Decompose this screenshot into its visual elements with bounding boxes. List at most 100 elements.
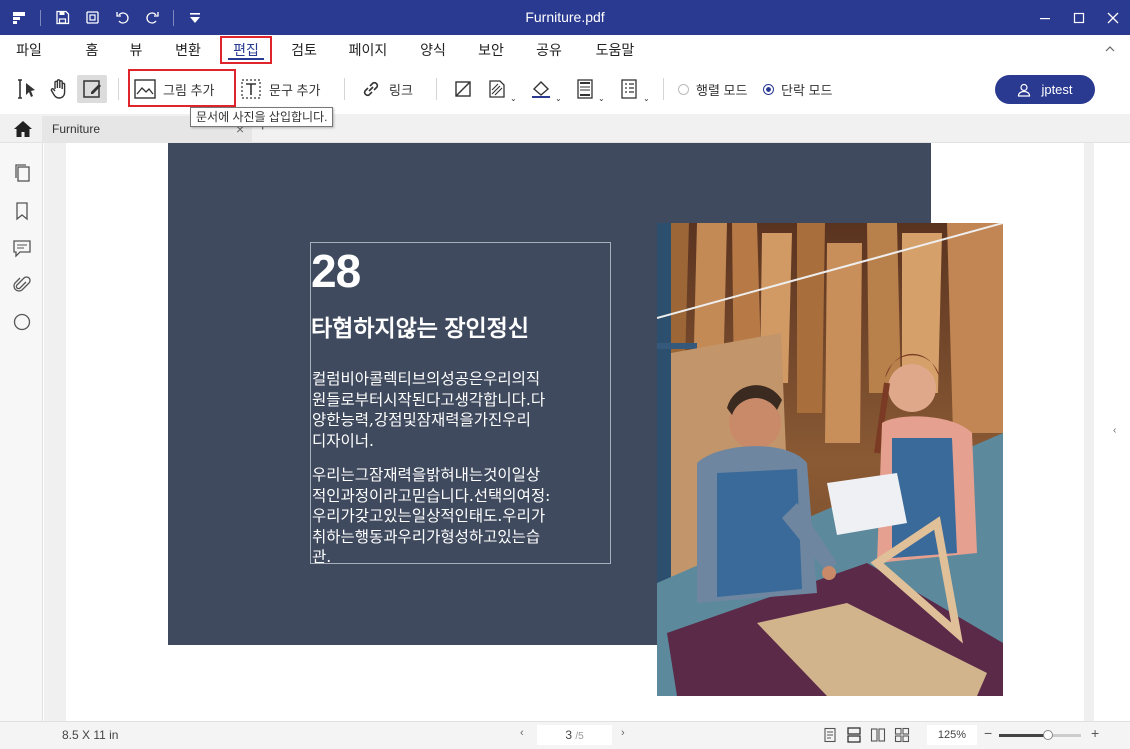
redo-icon[interactable] [143, 9, 161, 27]
page-number-input[interactable]: 3 /5 [537, 725, 612, 745]
text-line: 디자이너. [312, 431, 374, 450]
watermark-tool[interactable] [528, 77, 554, 101]
text-line: 적인과정이라고믿습니다.선택의여정: [312, 486, 551, 505]
text-box-icon [241, 79, 261, 99]
text-line: 취하는행동과우리가형성하고있는습 [312, 527, 541, 546]
user-account-button[interactable]: jptest [995, 75, 1095, 104]
zoom-slider-fill [999, 734, 1049, 737]
menu-home[interactable]: 홈 [78, 39, 106, 61]
text-line: 우리는그잠재력을밝혀내는것이일상 [312, 466, 541, 484]
background-icon [489, 80, 505, 98]
text-line: 양한능력,강점및잠재력을가진우리 [312, 411, 531, 429]
total-pages: /5 [575, 731, 584, 742]
add-text-button[interactable]: 문구 추가 [240, 76, 320, 102]
zoom-slider-handle[interactable] [1043, 730, 1054, 740]
paragraph-mode-label: 단락 모드 [781, 82, 833, 98]
app-logo-icon [10, 9, 28, 27]
menu-form[interactable]: 양식 [413, 39, 453, 61]
bookmark-icon[interactable] [12, 201, 32, 221]
header-footer-icon [577, 79, 593, 99]
chevron-down-icon[interactable]: ⌄ [598, 94, 605, 103]
collapse-ribbon-icon[interactable] [1104, 43, 1116, 55]
divider [118, 78, 119, 100]
section-number: 28 [311, 245, 361, 297]
single-page-view-icon[interactable] [822, 727, 838, 743]
zoom-out-button[interactable]: − [984, 725, 992, 741]
text-cursor-arrow-icon [18, 79, 35, 99]
crop-tool[interactable] [451, 77, 475, 101]
pdf-page[interactable]: 28 타협하지않는 장인정신 컬럼비아콜렉티브의성공은우리의직 원들로부터시작된… [66, 143, 1084, 721]
page-size: 8.5 X 11 in [62, 728, 119, 742]
print-icon[interactable] [83, 9, 101, 27]
status-bar: 8.5 X 11 in ‹ 3 /5 › 125% − + [0, 721, 1130, 749]
hand-tool[interactable] [46, 76, 72, 102]
current-page: 3 [565, 728, 572, 742]
maximize-button[interactable] [1062, 0, 1096, 35]
zoom-slider[interactable] [999, 730, 1081, 740]
menu-bar: 파일 홈 뷰 변환 편집 검토 페이지 양식 보안 공유 도움말 [0, 35, 1130, 64]
divider [663, 78, 664, 100]
workshop-photo[interactable] [657, 223, 1003, 696]
attachment-icon[interactable] [12, 275, 32, 295]
chevron-down-icon[interactable]: ⌄ [555, 94, 562, 103]
edit-tool[interactable] [77, 75, 107, 103]
select-text-tool[interactable] [14, 76, 40, 102]
bates-numbering-tool[interactable] [617, 77, 641, 101]
header-footer-tool[interactable] [573, 77, 597, 101]
text-line: 컬럼비아콜렉티브의성공은우리의직 [312, 370, 541, 388]
close-button[interactable] [1096, 0, 1130, 35]
fill-bucket-icon [532, 81, 550, 98]
divider [436, 78, 437, 100]
document-viewer: 28 타협하지않는 장인정신 컬럼비아콜렉티브의성공은우리의직 원들로부터시작된… [44, 143, 1094, 721]
tab-bar: Furniture × + [0, 114, 1130, 143]
add-text-label: 문구 추가 [269, 82, 321, 98]
hand-icon [50, 79, 66, 99]
edit-pen-icon [83, 80, 101, 98]
save-icon[interactable] [53, 9, 71, 27]
chevron-down-icon[interactable]: ⌄ [643, 94, 650, 103]
menu-help[interactable]: 도움말 [589, 39, 641, 61]
zoom-level-input[interactable]: 125% [927, 725, 977, 745]
menu-view[interactable]: 뷰 [123, 39, 149, 61]
menu-page[interactable]: 페이지 [342, 39, 394, 61]
menu-review[interactable]: 검토 [284, 39, 324, 61]
user-name: jptest [1041, 82, 1073, 97]
background-tool[interactable] [485, 77, 509, 101]
link-label: 링크 [389, 82, 413, 98]
menu-protect[interactable]: 보안 [471, 39, 511, 61]
search-icon[interactable] [12, 312, 32, 332]
next-page-button[interactable]: › [621, 727, 625, 739]
expand-right-panel-icon[interactable]: ‹ [1113, 425, 1116, 436]
home-icon[interactable] [13, 120, 33, 138]
crop-icon [455, 81, 471, 97]
numbering-icon [621, 79, 637, 99]
radio-icon [678, 83, 689, 95]
highlight-box-edit-menu [220, 36, 272, 64]
previous-page-button[interactable]: ‹ [520, 727, 524, 739]
menu-share[interactable]: 공유 [529, 39, 569, 61]
document-tab-label: Furniture [52, 122, 101, 136]
minimize-button[interactable] [1028, 0, 1062, 35]
continuous-view-icon[interactable] [846, 727, 862, 743]
radio-selected-icon [763, 83, 774, 95]
divider [173, 9, 174, 26]
quick-access-dropdown-icon[interactable] [186, 9, 204, 27]
chevron-down-icon[interactable]: ⌄ [510, 94, 517, 103]
divider [40, 9, 41, 26]
left-sidebar: › [0, 143, 49, 721]
menu-convert[interactable]: 변환 [168, 39, 208, 61]
menu-file[interactable]: 파일 [11, 39, 47, 61]
add-image-tooltip: 문서에 사진을 삽입합니다. [190, 107, 334, 127]
two-page-view-icon[interactable] [870, 727, 886, 743]
undo-icon[interactable] [113, 9, 131, 27]
comment-icon[interactable] [12, 238, 32, 258]
edit-toolbar: 그림 추가 문구 추가 링크 ⌄ ⌄ ⌄ ⌄ 행렬 모드 단락 모드 jptes… [0, 64, 1130, 114]
zoom-in-button[interactable]: + [1091, 725, 1099, 741]
line-mode-radio[interactable]: 행렬 모드 [678, 78, 747, 100]
paragraph-mode-radio[interactable]: 단락 모드 [763, 78, 832, 100]
text-line: 우리가갖고있는일상적인태도.우리가 [312, 507, 546, 525]
line-mode-label: 행렬 모드 [696, 82, 748, 98]
grid-view-icon[interactable] [894, 727, 910, 743]
thumbnails-icon[interactable] [12, 163, 32, 183]
link-button[interactable]: 링크 [360, 76, 413, 102]
